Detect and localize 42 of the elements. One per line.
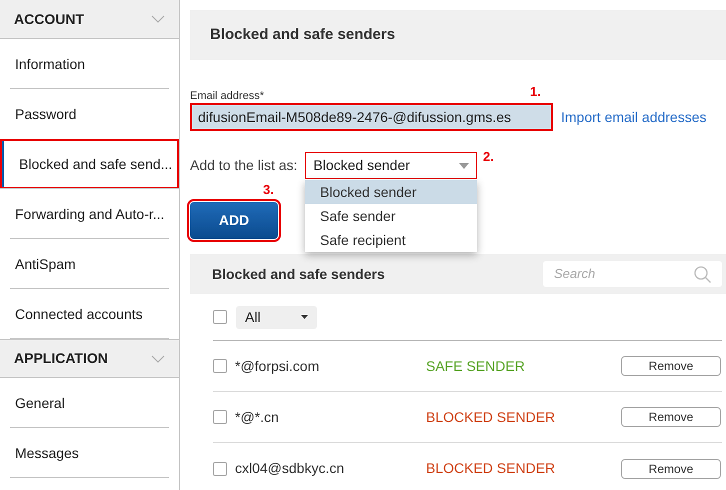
checkbox[interactable] — [213, 310, 227, 324]
sidebar-item[interactable]: AntiSpam — [0, 239, 179, 289]
step-number: 3. — [263, 181, 274, 199]
chevron-icon — [151, 354, 165, 362]
field-label: Add to the list as: — [190, 156, 298, 175]
list-title: Blocked and safe senders — [212, 264, 385, 284]
step-number: 1. — [530, 83, 541, 101]
step-number: 2. — [483, 148, 494, 166]
checkbox[interactable] — [213, 359, 227, 373]
chevron-icon — [151, 15, 165, 23]
dropdown-option[interactable]: Blocked sender — [305, 180, 477, 204]
import-link[interactable]: Import email addresses — [561, 106, 707, 128]
sender-status: SAFE SENDER — [426, 356, 526, 376]
list-type-select[interactable]: Blocked sender — [305, 152, 478, 179]
filter-select[interactable]: All — [236, 306, 317, 328]
sidebar-item[interactable]: General — [0, 378, 179, 428]
sender-status: BLOCKED SENDER — [426, 459, 556, 478]
sidebar-item[interactable]: Password — [0, 89, 179, 139]
sender-status: BLOCKED SENDER — [426, 408, 556, 426]
add-button[interactable]: ADD — [190, 202, 278, 239]
page-title: Blocked and safe senders — [210, 24, 396, 45]
sidebar-item[interactable]: Connected accounts — [0, 289, 179, 339]
remove-button[interactable]: Remove — [621, 356, 721, 376]
section-header[interactable]: APPLICATION — [0, 339, 179, 378]
checkbox[interactable] — [213, 410, 227, 424]
section-header[interactable]: ACCOUNT — [0, 0, 179, 39]
sidebar-item[interactable]: Messages — [0, 428, 179, 478]
field-label: Email address* — [190, 90, 264, 103]
checkbox[interactable] — [213, 462, 227, 476]
remove-button[interactable]: Remove — [621, 407, 721, 427]
sidebar-item[interactable]: Forwarding and Auto-r... — [0, 189, 179, 239]
email-field[interactable]: difusionEmail-M508de89-2476-@difussion.gms.es — [190, 103, 553, 131]
sidebar-item[interactable]: Information — [0, 39, 179, 89]
caret-icon — [301, 315, 308, 319]
sender-address: *@*.cn — [235, 408, 280, 426]
caret-icon — [459, 162, 470, 168]
dropdown-option[interactable]: Safe recipient — [305, 228, 477, 252]
sender-address: cxl04@sdbkyc.cn — [235, 459, 346, 478]
search-icon — [694, 266, 711, 282]
remove-button[interactable]: Remove — [621, 458, 721, 478]
sender-address: *@forpsi.com — [235, 356, 320, 376]
dropdown-option[interactable]: Safe sender — [305, 204, 477, 228]
